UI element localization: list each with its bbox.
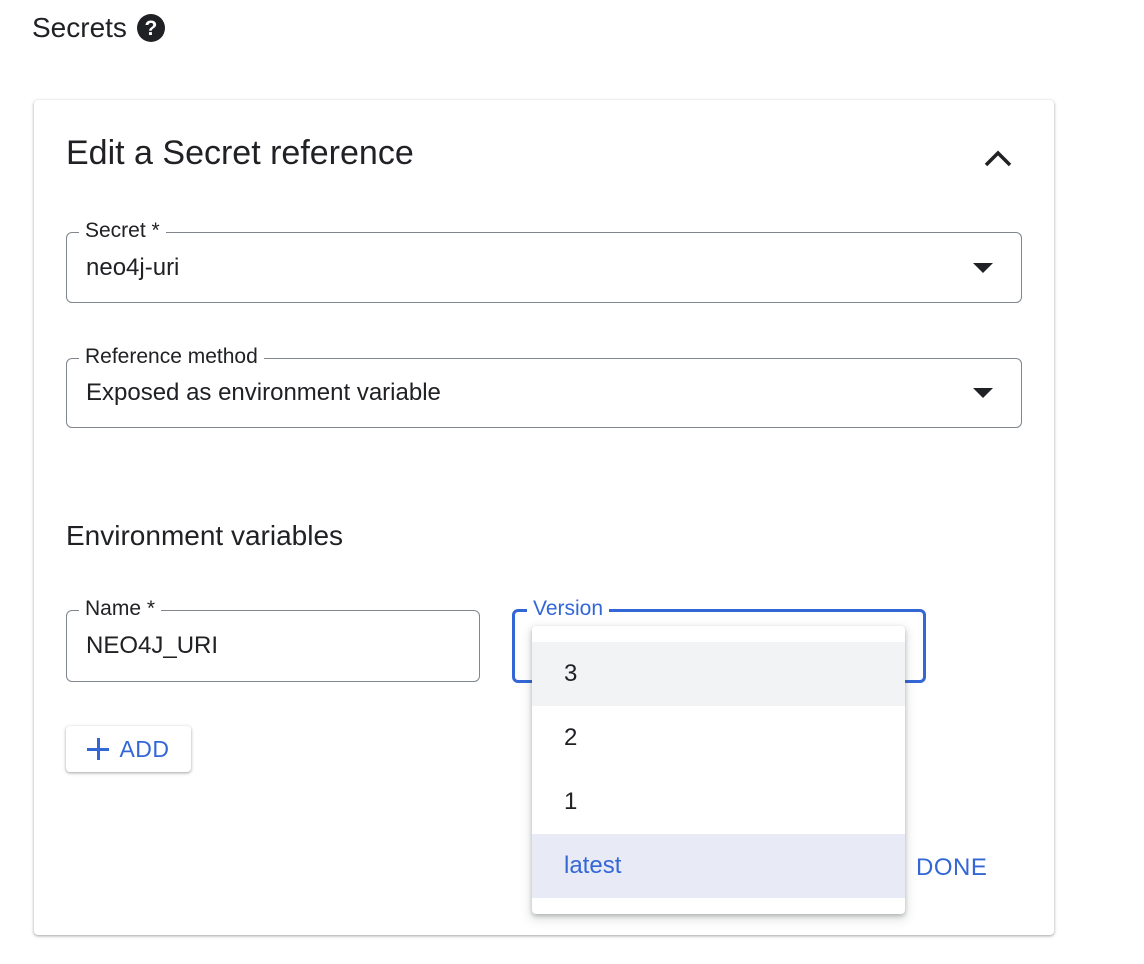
plus-icon <box>87 738 110 760</box>
card-title: Edit a Secret reference <box>66 134 414 172</box>
version-option-latest[interactable]: latest <box>532 834 905 898</box>
add-button[interactable]: ADD <box>66 726 191 772</box>
dropdown-arrow-icon <box>973 388 993 398</box>
section-title: Secrets <box>32 12 127 43</box>
environment-variables-heading: Environment variables <box>66 520 344 551</box>
add-button-label: ADD <box>119 735 170 762</box>
name-value: NEO4J_URI <box>86 632 219 659</box>
section-header: Secrets ? <box>32 12 165 44</box>
reference-method-label: Reference method <box>79 343 264 371</box>
collapse-button[interactable] <box>978 138 1018 178</box>
version-dropdown-menu: 3 2 1 latest <box>532 626 905 914</box>
help-circle-icon[interactable]: ? <box>136 14 165 42</box>
dropdown-arrow-icon <box>973 262 993 273</box>
secret-label: Secret * <box>79 217 166 245</box>
version-option-2[interactable]: 2 <box>532 706 905 770</box>
reference-method-value: Exposed as environment variable <box>86 379 441 406</box>
done-button[interactable]: DONE <box>906 848 997 888</box>
version-option-3[interactable]: 3 <box>532 642 905 706</box>
name-input[interactable]: Name * NEO4J_URI <box>66 595 480 682</box>
secret-select[interactable]: Secret * neo4j-uri <box>66 217 1022 303</box>
reference-method-select[interactable]: Reference method Exposed as environment … <box>66 343 1022 428</box>
chevron-up-icon <box>984 150 1012 167</box>
version-label: Version <box>527 595 610 623</box>
secret-value: neo4j-uri <box>86 253 180 281</box>
version-option-1[interactable]: 1 <box>532 770 905 834</box>
page: Secrets ? Edit a Secret reference Secret… <box>0 0 1144 964</box>
name-label: Name * <box>79 595 162 623</box>
